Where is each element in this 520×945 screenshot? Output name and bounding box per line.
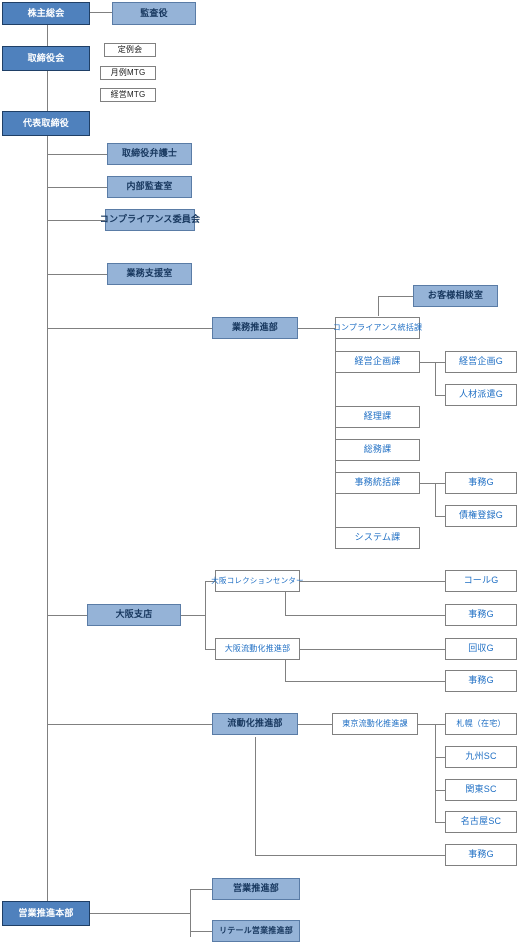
connector-trunk-compliance-committee [47, 220, 105, 221]
node-compliance-committee[interactable]: コンプライアンス委員会 [100, 209, 200, 231]
node-osaka-branch[interactable]: 大阪支店 [87, 604, 181, 626]
node-monthly-mtg[interactable]: 月例MTG [100, 66, 156, 80]
node-administration-group-3[interactable]: 事務G [445, 670, 517, 692]
connector-shareholders-auditor [90, 12, 112, 13]
node-representative-director[interactable]: 代表取締役 [2, 111, 90, 136]
node-nagoya-sc[interactable]: 名古屋SC [445, 811, 517, 833]
connector-compliance-customer-h [378, 296, 413, 297]
connector-admin-group [435, 483, 445, 484]
node-business-support-office[interactable]: 業務支援室 [107, 263, 192, 285]
node-sales-promotion-hq[interactable]: 営業推進本部 [2, 901, 90, 926]
node-administration-group-2[interactable]: 事務G [445, 604, 517, 626]
node-liquidation-promotion-dept[interactable]: 流動化推進部 [212, 713, 298, 735]
connector-tokyo-out [418, 724, 435, 725]
node-auditor[interactable]: 監査役 [112, 2, 196, 25]
connector-liquidation-admin-h [255, 855, 445, 856]
connector-sales-hq-spine [190, 889, 191, 937]
connector-osaka-liquidation-dept [205, 649, 215, 650]
node-claims-registration-group[interactable]: 債権登録G [445, 505, 517, 527]
connector-collection-admin-v [285, 592, 286, 615]
connector-trunk-liquidation [47, 724, 212, 725]
node-internal-audit-office[interactable]: 内部監査室 [107, 176, 192, 198]
node-staffing-group[interactable]: 人材派遣G [445, 384, 517, 406]
connector-tokyo-nagoya [435, 822, 445, 823]
connector-retail-sales-dept [190, 931, 212, 932]
node-shareholders-meeting[interactable]: 株主総会 [2, 2, 90, 25]
node-retail-sales-promotion-dept[interactable]: リテール営業推進部 [212, 920, 300, 942]
node-kyushu-sc[interactable]: 九州SC [445, 746, 517, 768]
connector-claims-group [435, 516, 445, 517]
connector-staffing-group [435, 395, 445, 396]
connector-trunk-business-promotion [47, 328, 212, 329]
node-system-section[interactable]: システム課 [335, 527, 420, 549]
node-customer-consultation-office[interactable]: お客様相談室 [413, 285, 498, 307]
connector-trunk-director-lawyer [47, 154, 107, 155]
connector-shareholders-board [47, 25, 48, 46]
connector-admin-control-spine [435, 483, 436, 516]
connector-sales-promotion-dept [190, 889, 212, 890]
connector-collection-call-group [300, 581, 445, 582]
main-trunk-line [47, 136, 48, 901]
node-regular-meeting[interactable]: 定例会 [104, 43, 156, 57]
node-sales-promotion-dept[interactable]: 営業推進部 [212, 878, 300, 900]
connector-osaka-liq-admin-v [285, 660, 286, 681]
node-call-group[interactable]: コールG [445, 570, 517, 592]
node-sapporo-home[interactable]: 札幌（在宅） [445, 713, 517, 735]
connector-collection-admin-h [285, 615, 445, 616]
connector-planning-group [435, 362, 445, 363]
node-kanto-sc[interactable]: 関東SC [445, 779, 517, 801]
connector-liquidation-tokyo [298, 724, 332, 725]
connector-management-planning-spine [435, 362, 436, 395]
node-administration-control-section[interactable]: 事務統括課 [335, 472, 420, 494]
node-general-affairs-section[interactable]: 総務課 [335, 439, 420, 461]
connector-tokyo-spine [435, 724, 436, 822]
connector-compliance-customer-v [378, 296, 379, 316]
connector-trunk-internal-audit [47, 187, 107, 188]
connector-business-promotion-out [298, 328, 335, 329]
connector-tokyo-kyushu [435, 757, 445, 758]
connector-osaka-out [181, 615, 205, 616]
connector-sales-hq-out [90, 913, 190, 914]
node-osaka-liquidation-dept[interactable]: 大阪流動化推進部 [215, 638, 300, 660]
node-management-planning-group[interactable]: 経営企画G [445, 351, 517, 373]
node-tokyo-liquidation-section[interactable]: 東京流動化推進課 [332, 713, 418, 735]
node-management-mtg[interactable]: 経営MTG [100, 88, 156, 102]
node-osaka-collection-center[interactable]: 大阪コレクションセンター [211, 570, 304, 592]
connector-admin-control-out [420, 483, 435, 484]
connector-board-representative [47, 71, 48, 111]
connector-liquidation-admin-v [255, 737, 256, 855]
connector-tokyo-kanto [435, 790, 445, 791]
connector-osaka-liq-admin-h [285, 681, 445, 682]
connector-management-planning-out [420, 362, 435, 363]
connector-trunk-osaka-branch [47, 615, 87, 616]
org-chart: 株主総会 監査役 取締役会 定例会 月例MTG 経営MTG 代表取締役 取締役弁… [0, 0, 520, 945]
node-compliance-control-section[interactable]: コンプライアンス統括課 [333, 317, 422, 339]
node-accounting-section[interactable]: 経理課 [335, 406, 420, 428]
connector-trunk-business-support [47, 274, 107, 275]
connector-tokyo-sapporo [435, 724, 445, 725]
node-board-of-directors[interactable]: 取締役会 [2, 46, 90, 71]
node-administration-group-1[interactable]: 事務G [445, 472, 517, 494]
node-director-lawyer[interactable]: 取締役弁護士 [107, 143, 192, 165]
connector-osaka-liq-collection-group [300, 649, 445, 650]
node-management-planning-section[interactable]: 経営企画課 [335, 351, 420, 373]
node-administration-group-4[interactable]: 事務G [445, 844, 517, 866]
node-collection-group[interactable]: 回収G [445, 638, 517, 660]
node-business-promotion-dept[interactable]: 業務推進部 [212, 317, 298, 339]
connector-osaka-spine [205, 581, 206, 649]
